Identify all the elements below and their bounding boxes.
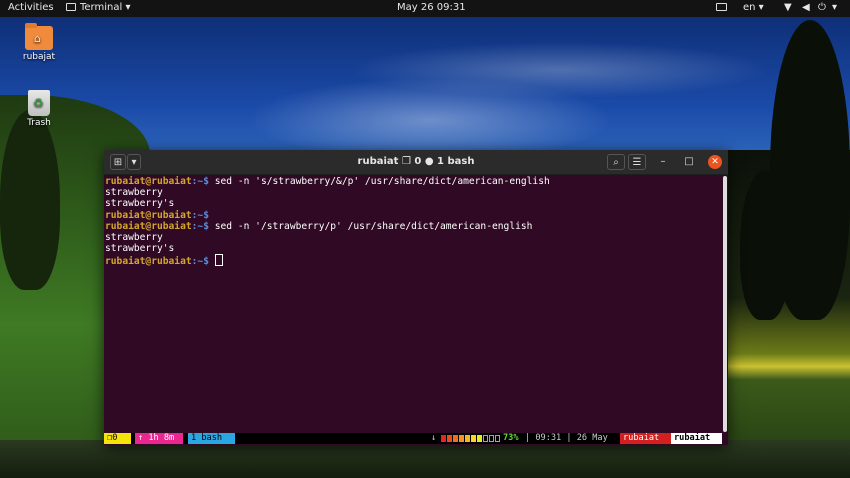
status-user: rubaiat (671, 433, 722, 444)
app-menu-button[interactable]: Terminal ▾ (66, 2, 130, 13)
status-datetime: | 09:31 | 26 May (525, 433, 608, 443)
close-button[interactable]: ✕ (708, 155, 722, 169)
minimize-button[interactable]: – (656, 155, 670, 169)
desktop-home-label: rubajat (22, 52, 56, 62)
output-text: strawberry (105, 231, 163, 243)
battery-bar-cell (453, 435, 458, 442)
wallpaper-ground (0, 440, 850, 478)
output-text: strawberry (105, 187, 163, 199)
terminal-app-icon (66, 3, 76, 11)
trash-icon: ♻ (28, 90, 50, 116)
battery-bar-cell (471, 435, 476, 442)
screenshot-icon[interactable] (716, 2, 731, 13)
activities-button[interactable]: Activities (8, 2, 54, 13)
status-host: rubaiat (620, 433, 671, 444)
terminal-output-line: strawberry's (105, 198, 723, 209)
battery-bar-cell (465, 435, 470, 442)
power-icon[interactable]: ⏻ (818, 2, 826, 13)
prompt-path: :~$ (191, 176, 209, 187)
desktop-trash-label: Trash (27, 118, 51, 128)
maximize-button[interactable]: □ (682, 155, 696, 169)
terminal-output-line: strawberry (105, 232, 723, 243)
home-folder-icon: ⌂ (25, 23, 53, 50)
prompt-path: :~$ (191, 220, 209, 232)
battery-bar-cell (489, 435, 494, 442)
desktop-trash[interactable]: ♻ Trash (14, 90, 64, 128)
battery-bar (441, 435, 501, 442)
battery-bar-cell (483, 435, 488, 442)
prompt-user: rubaiat@rubaiat (105, 256, 192, 268)
prompt-user: rubaiat@rubaiat (105, 176, 192, 187)
output-text: strawberry's (105, 198, 175, 210)
desktop-home-folder[interactable]: ⌂ rubajat (14, 23, 64, 62)
prompt-user: rubaiat@rubaiat (105, 220, 192, 232)
status-session: ❐0 (104, 433, 131, 444)
status-session-value: 0 (112, 433, 118, 443)
prompt-path: :~$ (191, 256, 209, 268)
search-icon[interactable]: ⌕ (607, 154, 625, 170)
command-text: sed -n 's/strawberry/&/p' /usr/share/dic… (208, 176, 550, 187)
status-window[interactable]: 1 bash (188, 433, 235, 444)
tmux-status-bar: ❐0 ↑ 1h 8m 1 bash ↓ 73% | 09:31 | 26 May… (104, 433, 722, 444)
status-arrow: ↓ (431, 433, 437, 443)
volume-icon[interactable]: ◀ (802, 2, 810, 13)
terminal-command-line: rubaiat@rubaiat:~$ (105, 210, 723, 221)
wallpaper-tree (740, 170, 790, 320)
language-selector[interactable]: en ▾ (743, 2, 764, 13)
terminal-command-line: rubaiat@rubaiat:~$ (105, 254, 723, 268)
terminal-titlebar[interactable]: ⊞ ▾ rubaiat ❐ 0 ● 1 bash ⌕ ☰ – □ ✕ (104, 150, 728, 175)
chevron-down-icon[interactable]: ▾ (832, 2, 837, 13)
terminal-scrollbar[interactable] (723, 176, 727, 432)
wallpaper-tree (0, 110, 60, 290)
prompt-path: :~$ (191, 209, 209, 221)
terminal-command-line: rubaiat@rubaiat:~$ sed -n '/strawberry/p… (105, 221, 723, 232)
terminal-output-line: strawberry's (105, 243, 723, 254)
battery-bar-cell (459, 435, 464, 442)
output-text: strawberry's (105, 243, 175, 255)
battery-bar-cell (441, 435, 446, 442)
battery-bar-cell (477, 435, 482, 442)
terminal-command-line: rubaiat@rubaiat:~$ sed -n 's/strawberry/… (105, 176, 723, 187)
wifi-icon[interactable]: ▼ (784, 2, 792, 13)
terminal-cursor (214, 254, 223, 267)
prompt-user: rubaiat@rubaiat (105, 209, 192, 221)
terminal-window[interactable]: ⊞ ▾ rubaiat ❐ 0 ● 1 bash ⌕ ☰ – □ ✕ rubai… (104, 150, 728, 445)
terminal-output[interactable]: rubaiat@rubaiat:~$ sed -n 's/strawberry/… (104, 176, 723, 432)
hamburger-menu-icon[interactable]: ☰ (628, 154, 646, 170)
terminal-output-line: strawberry (105, 187, 723, 198)
battery-percent: 73% (503, 433, 519, 443)
command-text: sed -n '/strawberry/p' /usr/share/dict/a… (208, 220, 533, 232)
app-menu-label: Terminal ▾ (80, 2, 131, 13)
battery-bar-cell (447, 435, 452, 442)
top-bar: Activities Terminal ▾ May 26 09:31 en ▾ … (0, 0, 850, 17)
clock[interactable]: May 26 09:31 (397, 2, 466, 13)
status-uptime: ↑ 1h 8m (135, 433, 183, 444)
